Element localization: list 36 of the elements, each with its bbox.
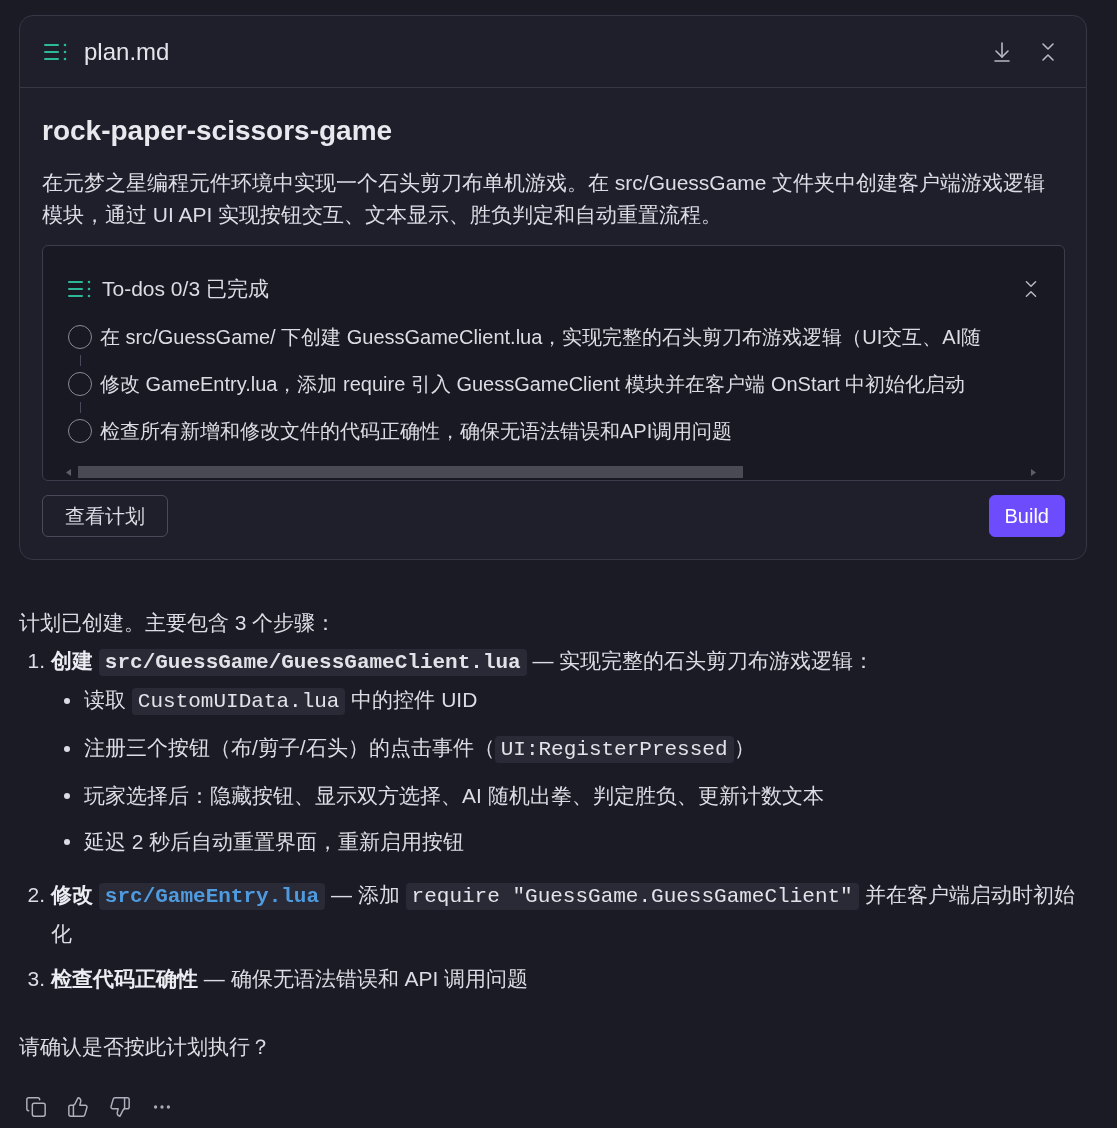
bullet-text: 延迟 2 秒后自动重置界面，重新启用按钮 bbox=[84, 829, 465, 855]
bullet-icon bbox=[64, 746, 70, 752]
todo-header: To-dos 0/3 已完成 bbox=[102, 276, 269, 302]
connector-line bbox=[79, 355, 81, 366]
todo-text: 修改 GameEntry.lua，添加 require 引入 GuessGameClient 模块并在客户端 OnStart 中初始化启动 bbox=[100, 371, 966, 397]
list-number: 2. bbox=[26, 882, 45, 908]
step-text: 修改 src/GameEntry.lua — 添加 require "GuessGame.GuessGameClient" 并在客户端启动时初始化 bbox=[51, 882, 1076, 947]
plan-title: rock-paper-scissors-game bbox=[42, 114, 394, 148]
list-number: 1. bbox=[26, 648, 45, 674]
todo-text: 在 src/GuessGame/ 下创建 GuessGameClient.lua，实现完整的石头剪刀布游戏逻辑（UI交互、AI随 bbox=[100, 324, 982, 350]
view-plan-button[interactable]: 查看计划 bbox=[42, 495, 168, 537]
copy-icon[interactable] bbox=[25, 1096, 47, 1118]
file-link[interactable]: src/GameEntry.lua bbox=[98, 883, 326, 910]
build-button[interactable]: Build bbox=[988, 495, 1065, 537]
step-text: 检查代码正确性 — 确保无语法错误和 API 调用问题 bbox=[51, 966, 530, 992]
list-icon bbox=[44, 42, 68, 61]
file-name: plan.md bbox=[84, 37, 170, 66]
bullet-icon bbox=[64, 698, 70, 704]
bullet-text: 读取 CustomUIData.lua 中的控件 UID bbox=[84, 687, 478, 717]
bullet-icon bbox=[64, 793, 70, 799]
caret-left-icon[interactable] bbox=[66, 468, 71, 476]
thumbs-down-icon[interactable] bbox=[109, 1096, 131, 1118]
message-text: 计划已创建。主要包含 3 个步骤： bbox=[19, 610, 338, 636]
todo-text: 检查所有新增和修改文件的代码正确性，确保无语法错误和API调用问题 bbox=[100, 418, 733, 444]
connector-line bbox=[79, 402, 81, 413]
list-number: 3. bbox=[26, 966, 45, 992]
scrollbar-thumb[interactable] bbox=[78, 466, 743, 478]
list-icon bbox=[68, 280, 92, 298]
bullet-text: 注册三个按钮（布/剪子/石头）的点击事件（ UI:RegisterPressed ） bbox=[84, 735, 755, 765]
bullet-text: 玩家选择后：隐藏按钮、显示双方选择、AI 随机出拳、判定胜负、更新计数文本 bbox=[84, 783, 824, 809]
step-text: 创建 src/GuessGame/GuessGameClient.lua — 实现完整的石头剪刀布游戏逻辑： bbox=[51, 648, 876, 678]
plan-description: 在元梦之星编程元件环境中实现一个石头剪刀布单机游戏。在 src/GuessGame 文件夹中创建客户端游戏逻辑模块，通过 UI API 实现按钮交互、文本显示、胜负判定和自动重置流程。 bbox=[42, 170, 1047, 228]
thumbs-up-icon[interactable] bbox=[67, 1096, 89, 1118]
bullet-icon bbox=[64, 839, 70, 845]
caret-right-icon[interactable] bbox=[1031, 468, 1036, 476]
message-text: 请确认是否按此计划执行？ bbox=[19, 1034, 272, 1060]
